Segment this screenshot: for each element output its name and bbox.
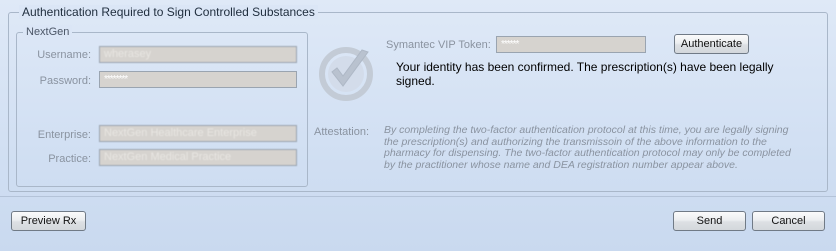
enterprise-label: Enterprise: bbox=[37, 129, 91, 141]
cancel-button[interactable]: Cancel bbox=[752, 211, 825, 231]
token-label: Symantec VIP Token: bbox=[386, 39, 491, 51]
attestation-text: By completing the two-factor authenticat… bbox=[384, 124, 791, 171]
username-field[interactable]: wherasey bbox=[99, 46, 297, 63]
authenticate-button[interactable]: Authenticate bbox=[674, 34, 749, 54]
vip-token-field[interactable]: ****** bbox=[496, 36, 646, 53]
password-label: Password: bbox=[39, 75, 91, 87]
practice-field[interactable]: NextGen Medical Practice bbox=[99, 149, 297, 166]
nextgen-group: NextGen Username: wherasey Password: ***… bbox=[16, 25, 308, 187]
confirmation-message: Your identity has been confirmed. The pr… bbox=[396, 60, 774, 88]
checkmark-badge-icon bbox=[319, 47, 373, 101]
send-button[interactable]: Send bbox=[673, 211, 746, 231]
username-label: Username: bbox=[37, 49, 91, 61]
enterprise-field[interactable]: NextGen Healthcare Enterprise bbox=[99, 125, 297, 142]
footer-separator bbox=[0, 196, 836, 197]
practice-label: Practice: bbox=[48, 153, 91, 165]
nextgen-group-title: NextGen bbox=[23, 25, 73, 39]
attestation-label: Attestation: bbox=[314, 126, 370, 138]
preview-rx-button[interactable]: Preview Rx bbox=[11, 211, 86, 231]
password-field[interactable]: ******** bbox=[99, 71, 297, 88]
authentication-group-title: Authentication Required to Sign Controll… bbox=[19, 5, 318, 19]
